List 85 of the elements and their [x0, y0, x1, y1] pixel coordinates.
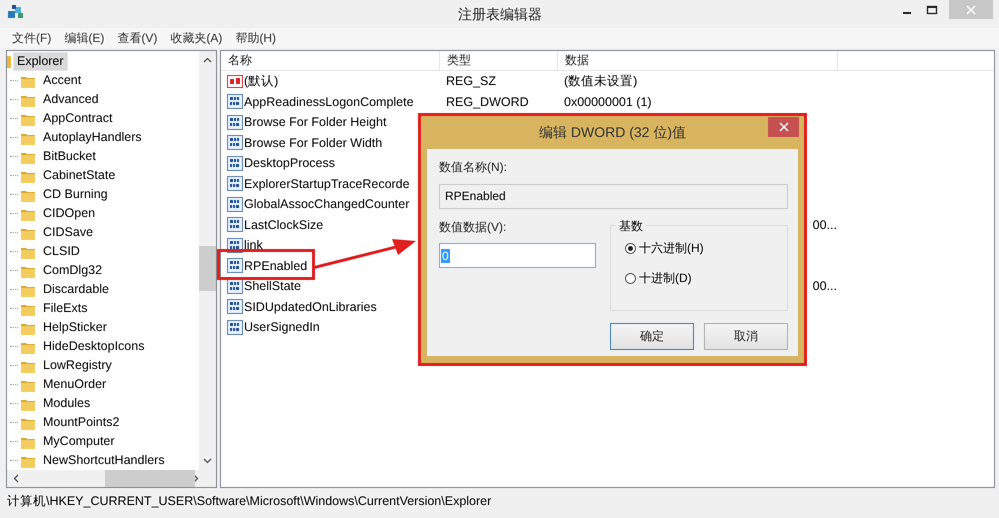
value-name[interactable]: SIDUpdatedOnLibraries [244, 300, 377, 314]
horizontal-scrollbar[interactable] [7, 470, 216, 487]
value-name[interactable]: link [244, 238, 263, 252]
column-header[interactable]: 数据 [558, 51, 838, 70]
tree-item[interactable]: MenuOrder [40, 376, 110, 393]
tree-item[interactable]: Explorer [13, 52, 68, 71]
menu-item[interactable]: 帮助(H) [229, 30, 283, 46]
tree-item[interactable]: HelpSticker [40, 319, 110, 336]
dialog-button[interactable]: 取消 [704, 323, 788, 350]
tree-item[interactable]: CabinetState [40, 167, 118, 184]
close-icon[interactable] [778, 122, 788, 132]
value-data: (数值未设置) [564, 72, 638, 90]
value-name[interactable]: ExplorerStartupTraceRecorde [244, 176, 410, 191]
value-name[interactable]: GlobalAssocChangedCounter [244, 197, 410, 212]
field-label: 数值数据(V): [439, 219, 508, 236]
status-path: 计算机\HKEY_CURRENT_USER\Software\Microsoft\Windows\CurrentVersion\Explorer [7, 492, 492, 510]
column-header[interactable]: 类型 [440, 51, 558, 70]
binary-value-icon [227, 196, 243, 212]
tree-item[interactable]: Discardable [40, 281, 112, 298]
window-title: 注册表编辑器 [457, 6, 543, 24]
tree-item[interactable]: MyComputer [40, 433, 118, 450]
menu-item[interactable]: 收藏夹(A) [164, 30, 230, 46]
column-header[interactable]: 名称 [221, 51, 440, 70]
value-name[interactable]: RPEnabled [244, 258, 308, 273]
menu-item[interactable]: 编辑(E) [58, 30, 112, 46]
tree-item[interactable]: MountPoints2 [40, 414, 122, 431]
scroll-left-icon[interactable] [13, 474, 19, 483]
tree-item[interactable]: AutoplayHandlers [40, 129, 145, 146]
binary-value-icon [227, 278, 243, 294]
scroll-up-icon[interactable] [203, 57, 212, 63]
tree-item[interactable]: LowRegistry [40, 357, 115, 374]
scroll-down-icon[interactable] [203, 458, 212, 464]
maximize-icon[interactable] [925, 3, 939, 17]
group-label: 基数 [616, 218, 646, 235]
dialog-title: 编辑 DWORD (32 位)值 [539, 124, 686, 142]
value-data: 0x00000001 (1) [564, 94, 652, 109]
tree-item[interactable]: CD Burning [40, 186, 111, 203]
string-value-icon [227, 74, 243, 89]
tree-item[interactable]: NewShortcutHandlers [40, 452, 168, 469]
menu-item[interactable]: 文件(F) [6, 30, 58, 46]
scroll-thumb[interactable] [105, 470, 195, 487]
binary-value-icon [227, 156, 243, 171]
value-name[interactable]: Browse For Folder Height [244, 115, 386, 130]
vertical-scrollbar[interactable] [199, 51, 216, 470]
tree-item[interactable]: CIDOpen [40, 205, 98, 222]
binary-value-icon [227, 217, 243, 232]
tree-item[interactable]: BitBucket [40, 148, 99, 165]
radio-option[interactable]: 十六进制(H) [625, 240, 787, 257]
binary-value-icon [227, 135, 243, 150]
dialog-close-button[interactable] [768, 117, 799, 137]
value-name[interactable]: LastClockSize [244, 218, 324, 232]
value-name[interactable]: AppReadinessLogonComplete [244, 94, 414, 109]
value-type: REG_DWORD [446, 94, 529, 109]
value-name[interactable]: Browse For Folder Width [244, 136, 382, 150]
value-data: 00... [812, 218, 837, 232]
folder-icon [7, 54, 11, 68]
binary-value-icon [227, 320, 243, 335]
field-label: 数值名称(N): [439, 159, 508, 176]
registry-cubes-icon [7, 4, 25, 20]
value-name[interactable]: (默认) [244, 72, 278, 90]
dialog-button[interactable]: 确定 [610, 323, 694, 350]
scroll-thumb[interactable] [199, 246, 216, 291]
tree-item[interactable]: AppContract [40, 110, 116, 127]
value-name[interactable]: ShellState [244, 279, 301, 294]
binary-value-icon [227, 258, 243, 274]
tree-item[interactable]: CIDSave [40, 224, 96, 241]
value-data: 00... [812, 279, 837, 294]
binary-value-icon [227, 176, 243, 192]
tree-item[interactable]: HideDesktopIcons [40, 338, 148, 355]
tree-item[interactable]: Accent [40, 72, 84, 89]
scroll-right-icon[interactable] [193, 474, 199, 483]
tree-item[interactable]: Modules [40, 395, 94, 412]
binary-value-icon [227, 114, 243, 130]
radio-option[interactable]: 十进制(D) [625, 270, 787, 287]
value-name[interactable]: DesktopProcess [244, 156, 336, 170]
tree-item[interactable]: ComDlg32 [40, 262, 106, 279]
value-type: REG_SZ [446, 74, 496, 88]
menu-item[interactable]: 查看(V) [111, 30, 164, 46]
binary-value-icon [227, 94, 243, 110]
tree-item[interactable]: FileExts [40, 300, 90, 317]
binary-value-icon [227, 299, 243, 314]
tree-item[interactable]: CLSID [40, 243, 83, 260]
value-name[interactable]: UserSignedIn [244, 320, 320, 334]
tree-item[interactable]: Advanced [40, 91, 102, 108]
value-name-field[interactable]: RPEnabled [439, 184, 788, 209]
